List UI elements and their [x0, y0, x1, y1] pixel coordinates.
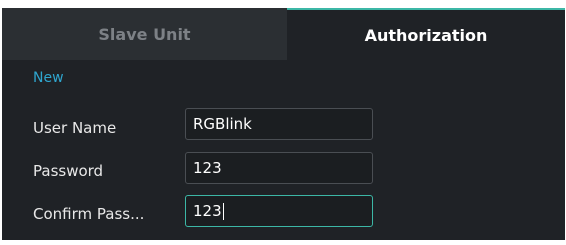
- user-name-label: User Name: [33, 119, 117, 137]
- password-value: 123: [193, 159, 222, 177]
- tab-authorization-label: Authorization: [364, 25, 488, 45]
- tab-slave-unit[interactable]: Slave Unit: [2, 8, 287, 60]
- password-label: Password: [33, 162, 104, 180]
- password-field[interactable]: 123: [185, 152, 373, 184]
- user-name-field[interactable]: RGBlink: [185, 108, 373, 140]
- confirm-password-value: 123: [193, 202, 222, 220]
- settings-panel: Slave Unit Authorization New User Name R…: [2, 8, 565, 240]
- tab-slave-unit-label: Slave Unit: [98, 24, 191, 44]
- section-title-new: New: [33, 70, 64, 86]
- user-name-value: RGBlink: [193, 115, 252, 133]
- tab-authorization[interactable]: Authorization: [287, 8, 565, 60]
- confirm-password-label: Confirm Pass...: [33, 205, 145, 223]
- text-caret: [222, 202, 224, 220]
- confirm-password-field[interactable]: 123: [185, 195, 373, 227]
- tab-bar: Slave Unit Authorization: [2, 8, 565, 60]
